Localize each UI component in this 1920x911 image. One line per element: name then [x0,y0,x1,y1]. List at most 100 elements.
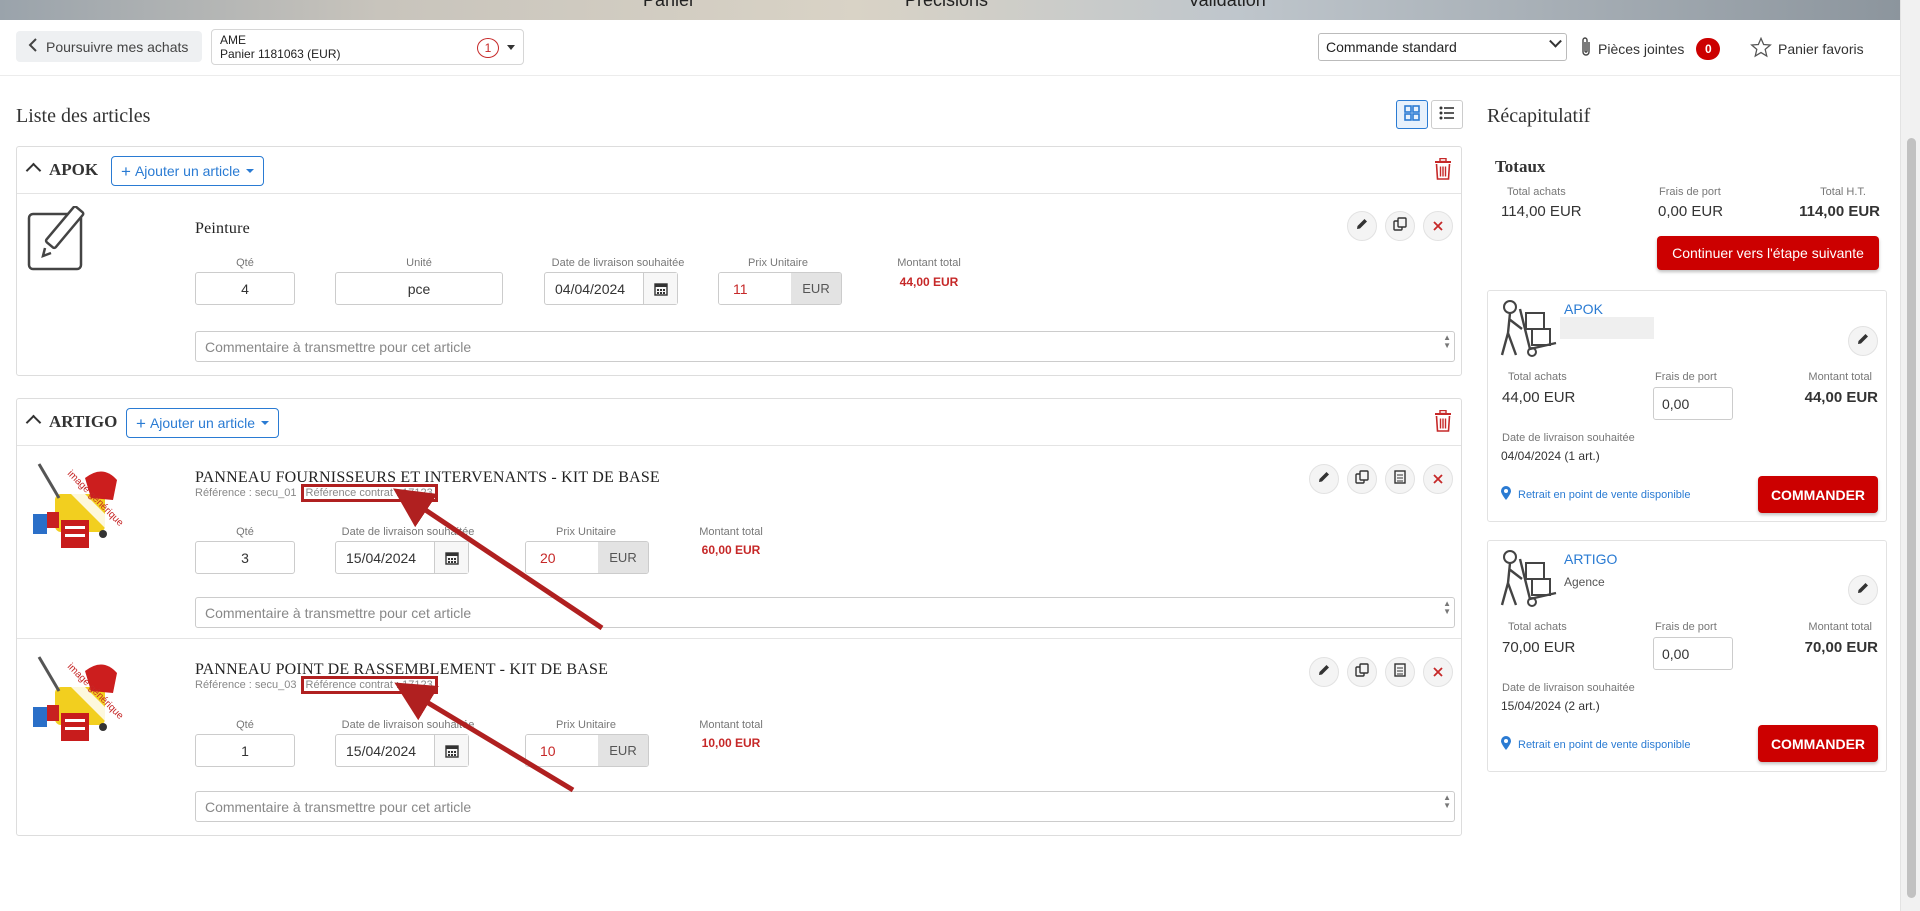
unit-input[interactable]: pce [335,272,503,305]
product-sheet-button[interactable] [1385,464,1415,494]
order-type-select[interactable]: Commande standard [1318,33,1567,61]
delivery-date-field[interactable]: 15/04/2024 [335,734,469,767]
qty-input[interactable]: 1 [195,734,295,767]
order-button[interactable]: COMMANDER [1758,725,1878,762]
chevron-up-icon[interactable] [25,414,42,431]
continue-shopping-button[interactable]: Poursuivre mes achats [16,31,203,62]
total-purchases-label: Total achats [1507,186,1566,198]
remove-button[interactable] [1423,211,1453,241]
grid-view-button[interactable] [1396,100,1428,129]
article-reference: Référence : secu_01 Référence contrat : 1… [195,484,438,502]
cart-selector[interactable]: AME Panier 1181063 (EUR) 1 [211,29,524,65]
scrollbar-thumb[interactable] [1907,138,1916,898]
order-button[interactable]: COMMANDER [1758,476,1878,513]
total-label: Montant total [699,526,763,538]
unit-price-value: 20 [526,542,598,573]
recap-supplier-name[interactable]: APOK [1564,301,1603,317]
article-row: image générique PANNEAU FOURNISSEURS ET … [17,446,1461,639]
unit-price-label: Prix Unitaire [748,257,808,269]
qty-input[interactable]: 4 [195,272,295,305]
pickup-available-link[interactable]: Retrait en point de vente disponible [1500,735,1690,754]
remove-button[interactable] [1423,464,1453,494]
shipping-input[interactable]: 0,00 [1653,637,1733,670]
step-details[interactable]: Précisions [905,0,988,11]
product-sheet-button[interactable] [1385,657,1415,687]
copy-icon [1393,217,1407,235]
article-reference: Référence : secu_03 Référence contrat : 1… [195,676,438,694]
favorite-carts-button[interactable]: Panier favoris [1750,36,1864,61]
comment-field[interactable]: Commentaire à transmettre pour cet artic… [195,791,1455,822]
line-total: 44,00 EUR [899,275,959,289]
article-actions [1309,464,1453,494]
attachments-button[interactable]: Pièces jointes 0 [1580,36,1721,61]
comment-placeholder: Commentaire à transmettre pour cet artic… [205,799,472,815]
caret-down-icon [261,421,269,425]
reference-text: Référence : secu_03 [195,679,297,691]
delivery-date-label: Date de livraison souhaitée [341,719,475,731]
trash-icon[interactable] [1434,157,1452,184]
recap-supplier-artigo: ARTIGO Agence Total achats 70,00 EUR Fra… [1487,540,1887,772]
delivery-date-label: Date de livraison souhaitée [341,526,475,538]
comment-field[interactable]: Commentaire à transmettre pour cet artic… [195,331,1455,362]
recap-title: Récapitulatif [1487,105,1591,127]
map-pin-icon [1500,485,1512,504]
step-validation[interactable]: Validation [1188,0,1266,11]
duplicate-button[interactable] [1347,657,1377,687]
vertical-scrollbar[interactable] [1900,0,1920,911]
unit-price-field[interactable]: 20 EUR [525,541,649,574]
pickup-label: Retrait en point de vente disponible [1518,738,1691,751]
add-article-button[interactable]: + Ajouter un article [111,156,264,186]
delivery-date-field[interactable]: 15/04/2024 [335,541,469,574]
resize-handle-icon[interactable]: ▲ ▼ [1443,794,1451,810]
close-icon [1433,664,1443,681]
pickup-available-link[interactable]: Retrait en point de vente disponible [1500,485,1690,504]
duplicate-button[interactable] [1347,464,1377,494]
shipping-input[interactable]: 0,00 [1653,387,1733,420]
add-article-label: Ajouter un article [134,163,240,179]
recap-supplier-apok: APOK Total achats 44,00 EUR Frais de por… [1487,290,1887,522]
edit-button[interactable] [1309,464,1339,494]
toolbar: Poursuivre mes achats AME Panier 1181063… [0,20,1900,76]
paperclip-icon [1580,36,1592,61]
edit-button[interactable] [1347,211,1377,241]
calendar-icon[interactable] [643,273,677,304]
order-type-value: Commande standard [1326,39,1457,55]
amount-label: Montant total [1808,621,1872,633]
purchases-label: Total achats [1508,621,1567,633]
pencil-icon [1355,217,1369,235]
amount-value: 70,00 EUR [1804,639,1878,656]
list-view-button[interactable] [1431,100,1463,129]
totals-title: Totaux [1495,157,1546,176]
document-icon [1394,663,1406,681]
comment-placeholder: Commentaire à transmettre pour cet artic… [205,605,472,621]
supplier-panel-artigo: ARTIGO + Ajouter un article image généri… [16,398,1462,836]
chevron-down-icon [1549,34,1562,48]
add-article-button[interactable]: + Ajouter un article [126,408,279,438]
unit-price-field[interactable]: 10 EUR [525,734,649,767]
comment-field[interactable]: Commentaire à transmettre pour cet artic… [195,597,1455,628]
qty-input[interactable]: 3 [195,541,295,574]
edit-button[interactable] [1309,657,1339,687]
edit-supplier-button[interactable] [1848,575,1878,605]
edit-supplier-button[interactable] [1848,326,1878,356]
cart-count-badge: 1 [477,38,499,58]
calendar-icon[interactable] [434,735,468,766]
supplier-header: ARTIGO + Ajouter un article [17,399,1461,446]
remove-button[interactable] [1423,657,1453,687]
continue-next-step-button[interactable]: Continuer vers l'étape suivante [1657,236,1879,270]
delivery-date-label: Date de livraison souhaitée [1502,432,1635,444]
delivery-date-label: Date de livraison souhaitée [1502,682,1635,694]
step-cart[interactable]: Panier [643,0,695,11]
unit-price-field[interactable]: 11 EUR [718,272,842,305]
calendar-icon[interactable] [434,542,468,573]
chevron-up-icon[interactable] [25,162,42,179]
resize-handle-icon[interactable]: ▲ ▼ [1443,600,1451,616]
total-label: Montant total [897,257,961,269]
recap-supplier-name[interactable]: ARTIGO [1564,551,1617,567]
delivery-date-field[interactable]: 04/04/2024 [544,272,678,305]
close-icon [1433,471,1443,488]
duplicate-button[interactable] [1385,211,1415,241]
resize-handle-icon[interactable]: ▲ ▼ [1443,334,1451,350]
copy-icon [1355,663,1369,681]
trash-icon[interactable] [1434,409,1452,436]
